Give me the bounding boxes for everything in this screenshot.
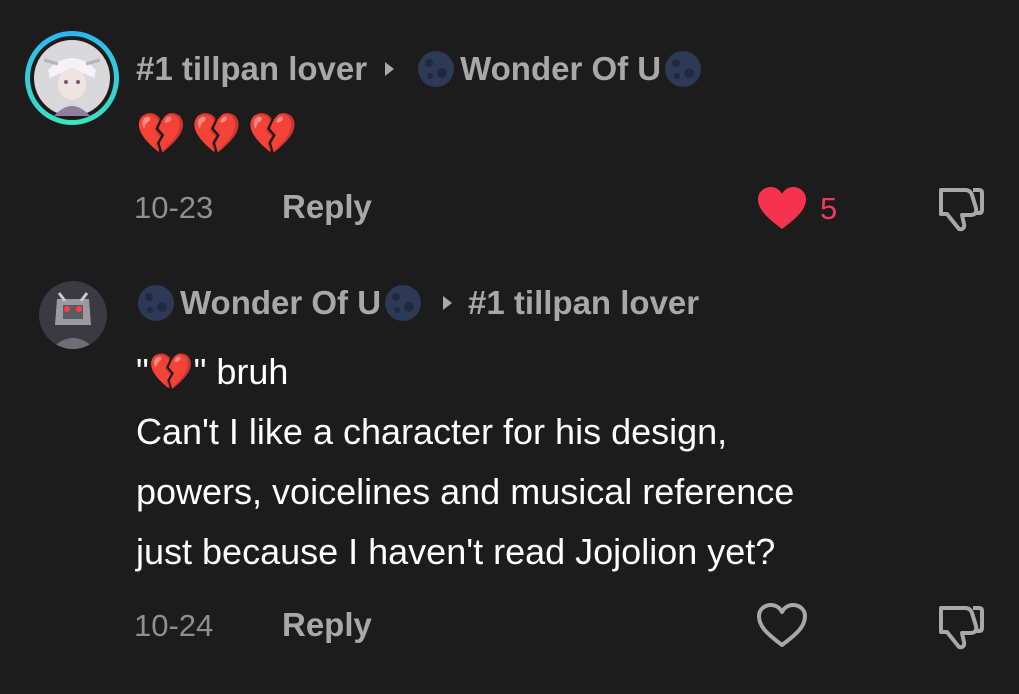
moon-emoji-icon: [418, 51, 455, 87]
comment-text: "💔" bruh Can't I like a character for hi…: [136, 342, 794, 582]
comment-line: just because I haven't read Jojolion yet…: [136, 531, 776, 572]
comment-line: Can't I like a character for his design,: [136, 411, 728, 452]
avatar[interactable]: [39, 281, 107, 349]
comment-header: Wonder Of U #1 tillpan lover: [136, 283, 699, 323]
avatar[interactable]: [25, 31, 119, 125]
comment-header: #1 tillpan lover Wonder Of U: [136, 49, 703, 89]
reply-to-name[interactable]: #1 tillpan lover: [468, 284, 699, 322]
moon-emoji-icon: [665, 51, 702, 87]
like-count: 5: [820, 191, 838, 226]
author-name[interactable]: Wonder Of U: [180, 284, 381, 322]
reply-button[interactable]: Reply: [282, 606, 372, 644]
heart-icon[interactable]: [756, 185, 808, 231]
moon-emoji-icon: [385, 285, 422, 321]
reply-to-name[interactable]: Wonder Of U: [460, 50, 661, 88]
thumbs-down-icon[interactable]: [935, 184, 987, 234]
comment-date: 10-24: [134, 608, 214, 643]
moon-emoji-icon: [138, 285, 174, 321]
comment-line: 💔💔💔: [136, 112, 304, 156]
comment-date: 10-23: [134, 190, 214, 225]
comment-text: 💔💔💔: [136, 104, 303, 165]
reply-button[interactable]: Reply: [282, 188, 372, 226]
comment-line: "💔" bruh: [136, 351, 289, 392]
triangle-arrow-icon: [385, 62, 395, 76]
comment-item: #1 tillpan lover Wonder Of U 💔💔💔 10-23 R…: [0, 0, 1019, 250]
heart-icon[interactable]: [756, 602, 808, 648]
author-name[interactable]: #1 tillpan lover: [136, 50, 367, 88]
comment-line: powers, voicelines and musical reference: [136, 471, 795, 512]
comment-item: Wonder Of U #1 tillpan lover "💔" bruh Ca…: [0, 250, 1019, 694]
thumbs-down-icon[interactable]: [935, 602, 987, 652]
triangle-arrow-icon: [443, 296, 453, 310]
